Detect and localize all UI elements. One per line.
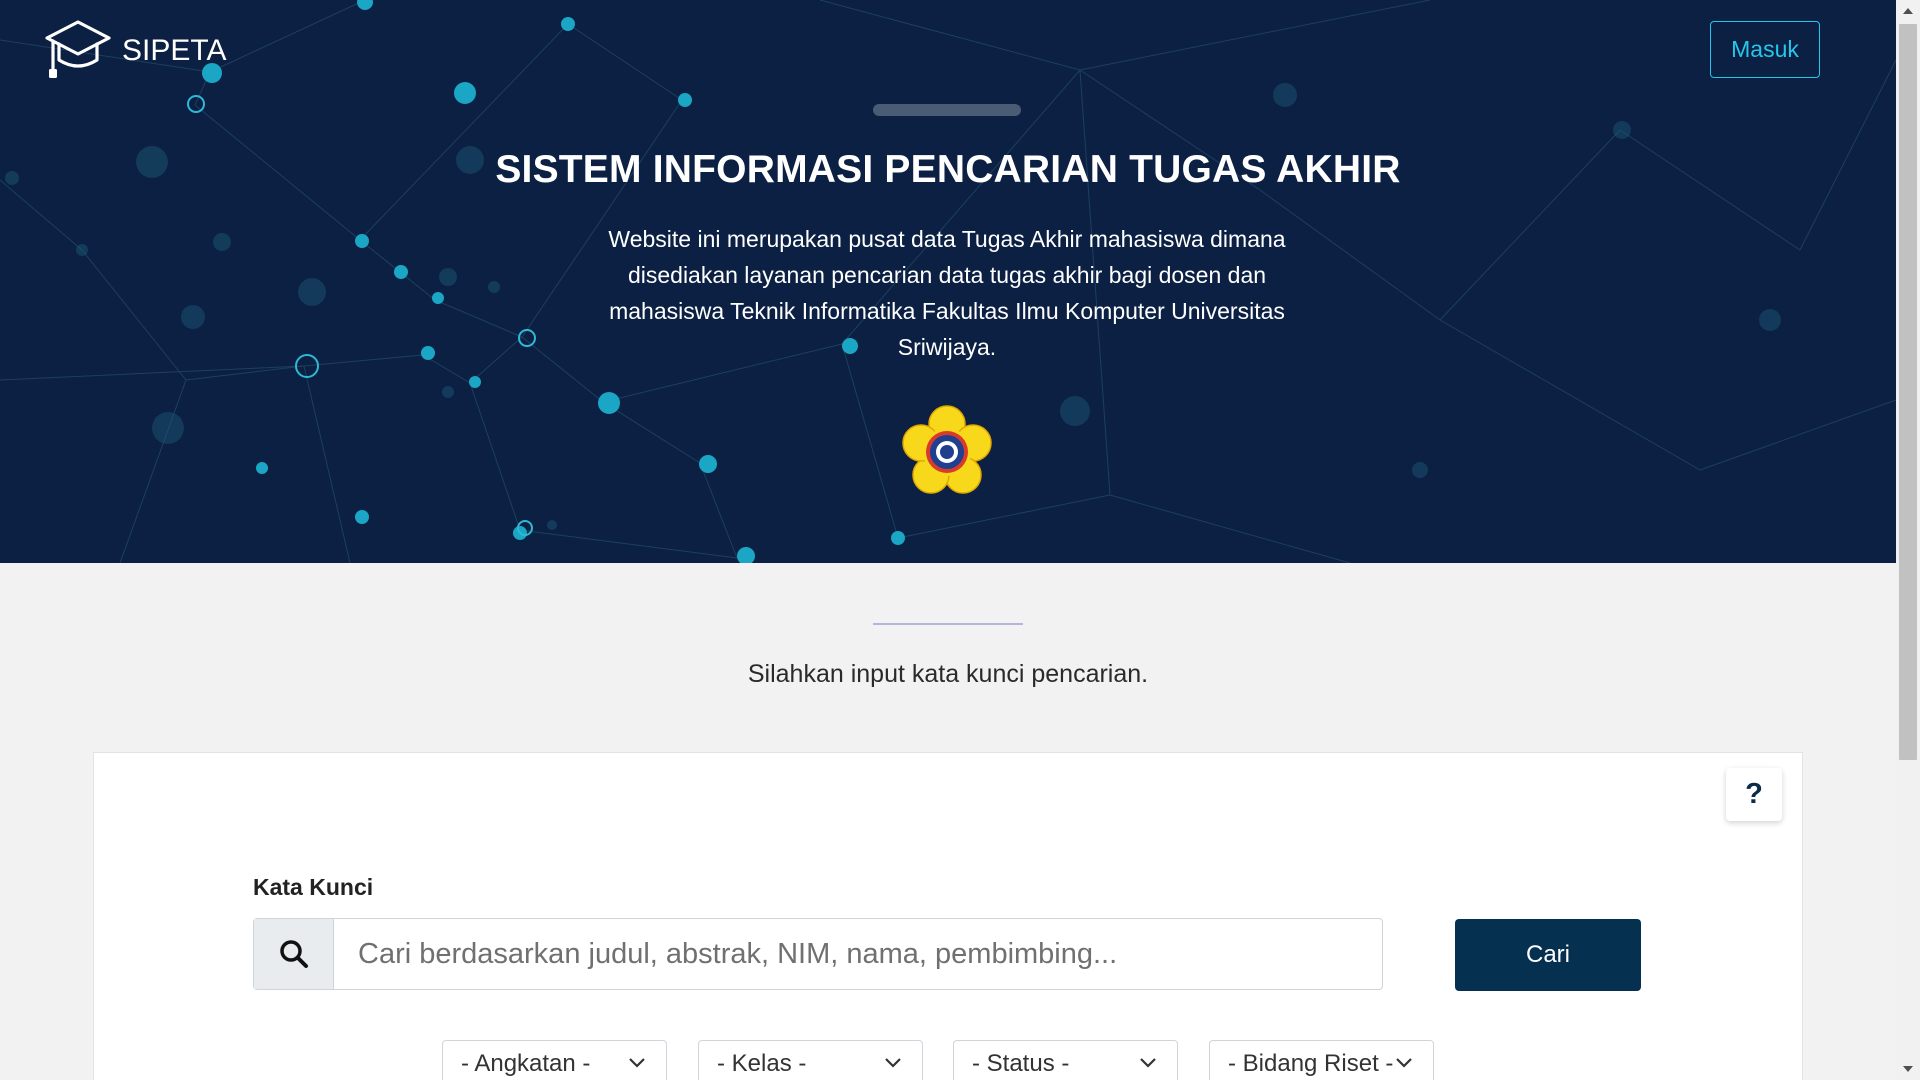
search-input-group [253, 918, 1383, 990]
hero-section: SIPETA Masuk SISTEM INFORMASI PENCARIAN … [0, 0, 1896, 563]
search-input[interactable] [334, 919, 1382, 989]
page-scrollbar[interactable] [1896, 0, 1920, 1080]
scrollbar-thumb[interactable] [1899, 24, 1917, 760]
filter-angkatan-select[interactable]: - Angkatan - [442, 1040, 667, 1080]
search-icon-addon [254, 919, 334, 989]
page-title: SISTEM INFORMASI PENCARIAN TUGAS AKHIR [495, 148, 1401, 191]
filter-bidang-riset-select[interactable]: - Bidang Riset - [1209, 1040, 1434, 1080]
filter-angkatan-label: - Angkatan - [461, 1050, 591, 1077]
search-card [93, 752, 1803, 1080]
search-button[interactable]: Cari [1455, 919, 1641, 991]
filter-kelas-label: - Kelas - [717, 1050, 807, 1077]
brand-name: SIPETA [122, 34, 227, 67]
filter-kelas-select[interactable]: - Kelas - [698, 1040, 923, 1080]
section-divider [873, 623, 1023, 625]
filter-status-select[interactable]: - Status - [953, 1040, 1178, 1080]
search-icon [279, 940, 308, 968]
brand-logo-link[interactable]: SIPETA [44, 18, 226, 80]
filter-bidang-riset-label: - Bidang Riset - [1228, 1050, 1394, 1077]
help-button[interactable]: ? [1726, 768, 1782, 821]
scroll-down-arrow-icon[interactable] [1896, 1058, 1920, 1080]
filter-status-label: - Status - [972, 1050, 1070, 1077]
keyword-label: Kata Kunci [253, 874, 374, 900]
search-prompt: Silahkan input kata kunci pencarian. [747, 660, 1149, 688]
scroll-up-arrow-icon[interactable] [1896, 0, 1920, 22]
chevron-down-icon [629, 1058, 645, 1068]
hero-decorative-bar [873, 104, 1021, 116]
graduation-cap-icon [45, 20, 111, 78]
login-button[interactable]: Masuk [1710, 21, 1820, 78]
chevron-down-icon [885, 1058, 901, 1068]
hero-description: Website ini merupakan pusat data Tugas A… [608, 226, 1286, 360]
university-emblem-icon [902, 405, 992, 494]
chevron-down-icon [1140, 1058, 1156, 1068]
chevron-down-icon [1396, 1058, 1412, 1068]
